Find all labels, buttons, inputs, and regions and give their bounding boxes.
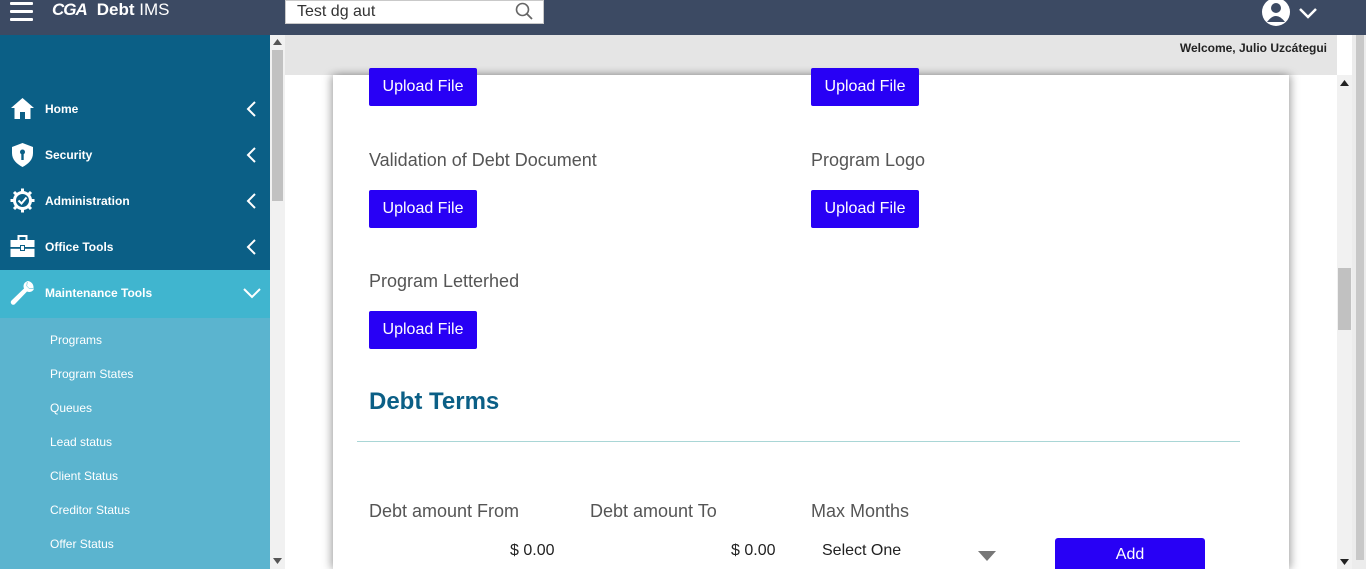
sidebar-item-office-tools[interactable]: Office Tools [0, 224, 270, 270]
scroll-down-arrow-icon[interactable] [273, 558, 282, 564]
main-scrollbar[interactable] [1337, 75, 1352, 569]
sidebar-subitem-programs[interactable]: Programs [50, 333, 102, 347]
sidebar-scrollbar[interactable] [270, 35, 285, 569]
max-months-select[interactable]: Select One [822, 542, 901, 560]
sidebar-item-security[interactable]: Security [0, 132, 270, 178]
debt-amount-to-label: Debt amount To [590, 501, 717, 521]
scroll-up-arrow-icon[interactable] [1340, 80, 1349, 86]
upload-validation-document-button[interactable]: Upload File [369, 190, 477, 228]
shield-icon [10, 142, 35, 167]
chevron-left-icon [244, 238, 258, 259]
user-avatar-icon [1262, 0, 1317, 26]
chevron-left-icon [244, 146, 258, 167]
home-icon [10, 96, 35, 121]
sidebar-item-label: Maintenance Tools [45, 286, 153, 300]
upload-program-logo-button[interactable]: Upload File [811, 190, 919, 228]
sidebar-item-label: Office Tools [45, 240, 114, 254]
chevron-left-icon [244, 100, 258, 121]
search-box [285, 0, 544, 24]
debt-amount-from-label: Debt amount From [369, 501, 520, 521]
sidebar-item-label: Administration [45, 194, 130, 208]
sidebar-subitem-lead-status[interactable]: Lead status [50, 435, 112, 449]
validation-of-debt-document-label: Validation of Debt Document [369, 150, 597, 170]
debt-amount-to-input[interactable]: $ 0.00 [731, 542, 775, 560]
sidebar-scrollbar-thumb[interactable] [272, 50, 283, 201]
scroll-down-arrow-icon[interactable] [1340, 559, 1349, 565]
wrench-icon [10, 280, 35, 305]
welcome-text: Welcome, Julio Uzcátegui [1179, 41, 1327, 55]
top-bar: CGA Debt IMS [0, 0, 1366, 35]
briefcase-icon [10, 234, 35, 259]
caret-down-icon[interactable] [978, 546, 996, 565]
upload-file-button[interactable]: Upload File [369, 68, 477, 106]
max-months-label: Max Months [811, 501, 910, 521]
menu-icon[interactable] [10, 2, 33, 22]
logo-mark: CGA [52, 0, 88, 19]
sidebar-subitem-queues[interactable]: Queues [50, 401, 92, 415]
logo-brand: Debt [96, 0, 135, 19]
search-input[interactable] [286, 1, 506, 23]
sidebar-item-maintenance-tools[interactable]: Maintenance Tools [0, 270, 270, 318]
sidebar-subitem-offer-status[interactable]: Offer Status [50, 537, 114, 551]
sidebar-item-administration[interactable]: Administration [0, 178, 270, 224]
section-divider [357, 441, 1240, 442]
submenu-maintenance-tools [0, 318, 270, 569]
user-menu[interactable] [1260, 0, 1320, 28]
chevron-down-icon [242, 286, 262, 303]
search-icon[interactable] [515, 2, 533, 24]
debt-amount-from-input[interactable]: $ 0.00 [510, 542, 554, 560]
main-scrollbar-thumb[interactable] [1338, 268, 1351, 330]
logo-product: IMS [139, 0, 170, 19]
upload-program-letterhead-button[interactable]: Upload File [369, 311, 477, 349]
sidebar-item-label: Security [45, 148, 93, 162]
gear-icon [10, 188, 35, 213]
chevron-left-icon [244, 192, 258, 213]
upload-file-button[interactable]: Upload File [811, 68, 919, 106]
program-letterhead-label: Program Letterhed [369, 271, 520, 291]
add-debt-term-button[interactable]: Add [1055, 538, 1205, 569]
sidebar-item-home[interactable]: Home [0, 86, 270, 132]
window-scrollbar-thumb[interactable] [1356, 35, 1364, 560]
program-logo-label: Program Logo [811, 150, 926, 170]
sidebar-item-label: Home [45, 102, 79, 116]
scroll-up-arrow-icon[interactable] [273, 39, 282, 45]
sidebar-subitem-creditor-status[interactable]: Creditor Status [50, 503, 130, 517]
debt-terms-heading: Debt Terms [369, 388, 500, 415]
sidebar-subitem-program-states[interactable]: Program States [50, 367, 133, 381]
sidebar-subitem-client-status[interactable]: Client Status [50, 469, 118, 483]
app-logo[interactable]: CGA Debt IMS [52, 0, 170, 20]
window-scrollbar[interactable] [1352, 35, 1366, 569]
